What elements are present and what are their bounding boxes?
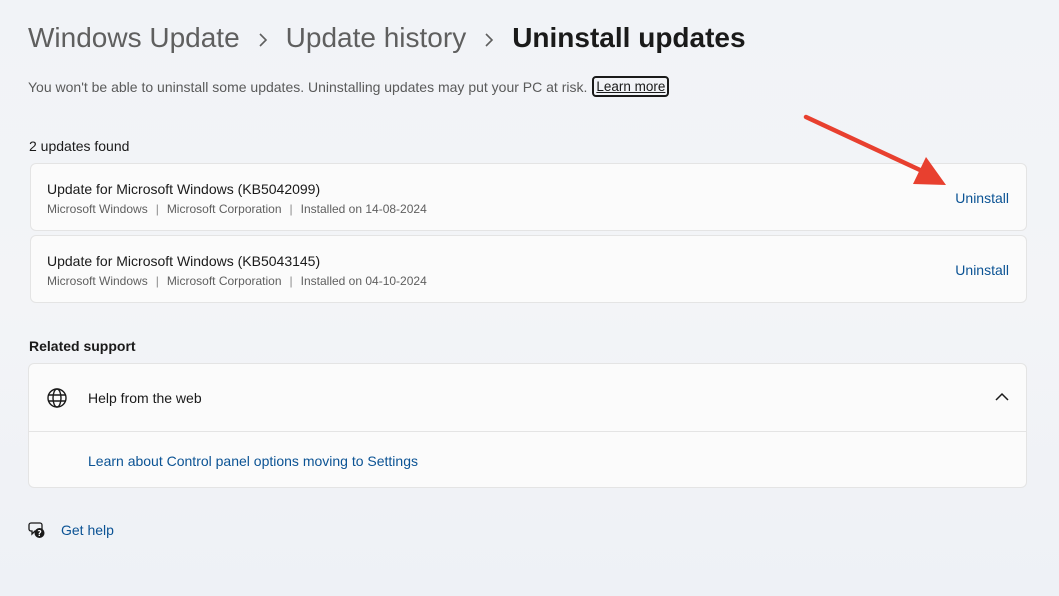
chevron-right-icon [479,22,499,54]
help-chat-icon: ? [28,522,45,538]
globe-icon [47,388,67,408]
update-installed-date: Installed on 04-10-2024 [300,274,427,288]
breadcrumb-update-history[interactable]: Update history [286,22,467,54]
update-installed-date: Installed on 14-08-2024 [300,202,427,216]
meta-divider: | [155,202,159,216]
chevron-up-icon[interactable] [995,392,1009,402]
help-from-web-expander: Help from the web Learn about Control pa… [28,363,1027,488]
svg-text:?: ? [37,529,41,538]
meta-divider: | [289,202,293,216]
meta-divider: | [289,274,293,288]
update-publisher: Microsoft Corporation [166,274,282,288]
update-item: Update for Microsoft Windows (KB5042099)… [30,163,1027,231]
chevron-right-icon [253,22,273,54]
uninstall-button[interactable]: Uninstall [955,190,1009,206]
updates-count-label: 2 updates found [29,138,130,154]
update-meta: Microsoft Windows | Microsoft Corporation |… [47,202,427,216]
update-title: Update for Microsoft Windows (KB5043145) [47,253,321,269]
related-support-heading: Related support [29,338,136,354]
uninstall-button[interactable]: Uninstall [955,262,1009,278]
control-panel-options-link[interactable]: Learn about Control panel options moving… [88,453,418,469]
update-product: Microsoft Windows [47,274,148,288]
update-product: Microsoft Windows [47,202,148,216]
warning-text: You won't be able to uninstall some upda… [28,78,588,95]
breadcrumb-windows-update[interactable]: Windows Update [28,22,240,54]
settings-page: Windows Update Update history Uninstall … [0,0,1059,596]
page-title: Uninstall updates [512,22,746,53]
update-meta: Microsoft Windows | Microsoft Corporation |… [47,274,427,288]
learn-more-link[interactable]: Learn more [592,76,670,97]
update-item: Update for Microsoft Windows (KB5043145)… [30,235,1027,303]
breadcrumb: Windows Update Update history Uninstall … [28,22,746,54]
uninstall-warning: You won't be able to uninstall some upda… [28,76,670,97]
expander-title: Help from the web [88,390,202,406]
update-title: Update for Microsoft Windows (KB5042099) [47,181,321,197]
get-help-link[interactable]: ? Get help [28,521,114,539]
update-publisher: Microsoft Corporation [166,202,282,216]
get-help-label: Get help [61,522,114,538]
meta-divider: | [155,274,159,288]
expander-header[interactable]: Help from the web [29,364,1026,432]
